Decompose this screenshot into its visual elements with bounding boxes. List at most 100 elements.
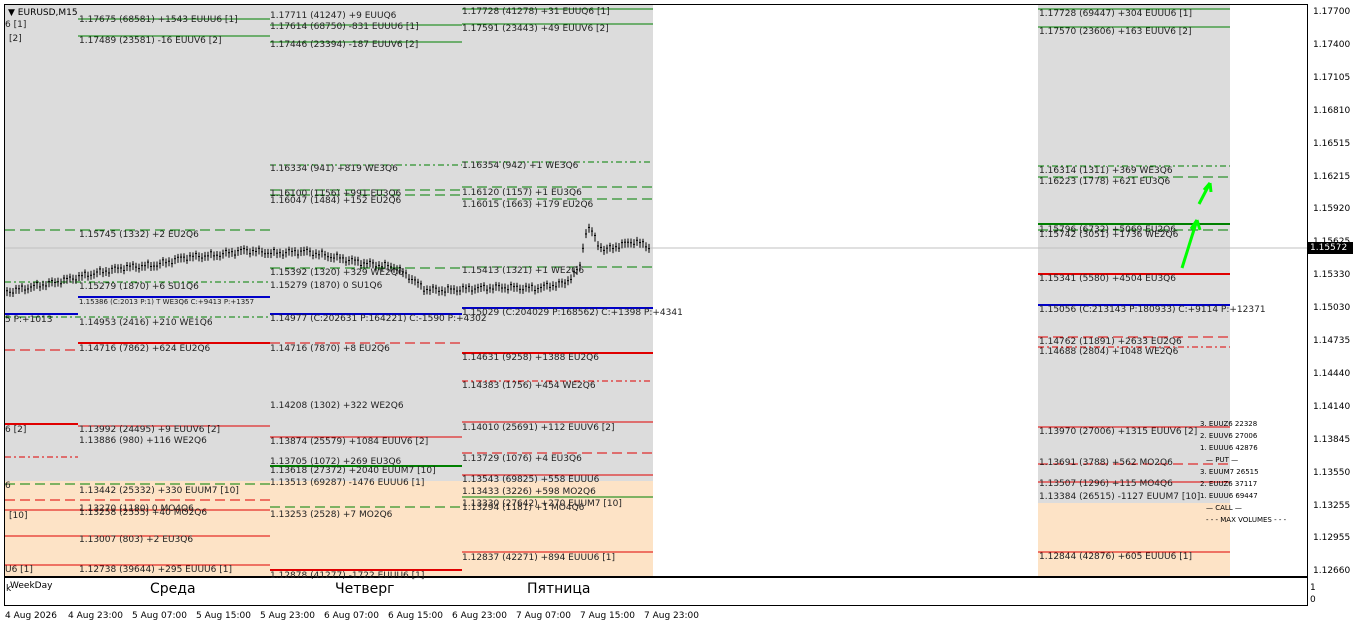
- price-tick-label: 1.13550: [1313, 467, 1351, 478]
- level-label-fragment: [2]: [9, 34, 22, 44]
- level-label: 1.14716 (7862) +624 EU2Q6: [79, 344, 211, 354]
- level-label: 1.13258 (2555) +40 MO2Q6: [79, 508, 208, 518]
- price-tick-label: 1.14140: [1313, 401, 1351, 412]
- level-label: 1.16047 (1484) +152 EU2Q6: [270, 196, 402, 206]
- price-tick-label: 1.16515: [1313, 138, 1351, 149]
- level-label: 1.17614 (68750) -831 EUUU6 [1]: [270, 22, 419, 32]
- arrow-up-icon: [1208, 182, 1213, 193]
- level-label: 1.13729 (1076) +4 EU3Q6: [462, 454, 582, 464]
- level-label: 1.14953 (2416) +210 WE1Q6: [79, 318, 213, 328]
- time-tick-label: 4 Aug 2026: [5, 611, 57, 621]
- level-label-fragment: 6 [2]: [5, 425, 27, 435]
- level-label: 1.13874 (25579) +1084 EUUV6 [2]: [270, 437, 429, 447]
- day-label-friday: Пятница: [527, 581, 591, 597]
- level-label: 1.17728 (69447) +304 EUUU6 [1]: [1039, 9, 1192, 19]
- legend-item: 2. EUUV6 27006: [1200, 432, 1258, 440]
- level-label: 1.12844 (42876) +605 EUUU6 [1]: [1039, 552, 1192, 562]
- time-tick-label: 6 Aug 07:00: [324, 611, 379, 621]
- level-label: 1.13886 (980) +116 WE2Q6: [79, 436, 207, 446]
- level-label: 1.12738 (39644) +295 EUUU6 [1]: [79, 565, 232, 575]
- level-label: 1.13433 (3226) +598 MO2Q6: [462, 487, 596, 497]
- level-label: 1.13507 (1296) +115 MO4Q6: [1039, 479, 1173, 489]
- symbol-title: ▼ EURUSD,M15: [8, 8, 78, 18]
- price-tick-label: 1.13255: [1313, 500, 1351, 511]
- price-tick-label: 1.15920: [1313, 204, 1351, 215]
- level-label: 1.15341 (5580) +4504 EU3Q6: [1039, 274, 1176, 284]
- subwindow-scale-top: 1: [1310, 583, 1316, 593]
- level-label-fragment: [10]: [9, 511, 28, 521]
- level-label: 1.12837 (42271) +894 EUUU6 [1]: [462, 553, 615, 563]
- level-label: 1.17489 (23581) -16 EUUV6 [2]: [79, 36, 222, 46]
- level-label: 1.13294 (1181) +1 MO4Q6: [462, 503, 585, 513]
- price-tick-label: 1.15330: [1313, 270, 1351, 281]
- time-tick-label: 5 Aug 07:00: [132, 611, 187, 621]
- price-tick-label: 1.17105: [1313, 72, 1351, 83]
- price-tick-label: 1.13845: [1313, 434, 1351, 445]
- weekday-indicator-window[interactable]: k WeekDay Среда Четверг Пятница: [4, 577, 1308, 606]
- level-label: 1.15392 (1320) +329 WE2Q6: [270, 268, 404, 278]
- level-label: 1.13384 (26515) -1127 EUUM7 [10]: [1039, 492, 1201, 502]
- level-label: 1.16314 (1311) +369 WE3Q6: [1039, 166, 1173, 176]
- level-label: 1.15279 (1870) +6 SU1Q6: [79, 282, 199, 292]
- level-label: 1.17570 (23606) +163 EUUV6 [2]: [1039, 27, 1192, 37]
- time-tick-label: 5 Aug 15:00: [196, 611, 251, 621]
- time-tick-label: 7 Aug 15:00: [580, 611, 635, 621]
- level-label: 1.13970 (27006) +1315 EUUV6 [2]: [1039, 427, 1198, 437]
- level-label: 1.14010 (25691) +112 EUUV6 [2]: [462, 423, 615, 433]
- level-label-fragment: 6 [1]: [5, 20, 27, 30]
- legend-item: - - - MAX VOLUMES - - -: [1206, 516, 1287, 524]
- price-tick-label: 1.17700: [1313, 7, 1351, 17]
- level-label: 1.14977 (C:202631 P:164221) C:-1590 P:+4…: [270, 314, 487, 324]
- price-tick-label: 1.14440: [1313, 368, 1351, 379]
- price-tick-label: 1.15030: [1313, 303, 1351, 314]
- level-label: 1.17711 (41247) +9 EUUQ6: [270, 11, 397, 21]
- level-label: 1.16223 (1778) +621 EU3Q6: [1039, 177, 1171, 187]
- legend-item: 3. EUUZ6 22328: [1200, 420, 1258, 428]
- time-tick-label: 5 Aug 23:00: [260, 611, 315, 621]
- time-tick-label: 6 Aug 23:00: [452, 611, 507, 621]
- day-label-thursday: Четверг: [335, 581, 395, 597]
- level-label: 1.15279 (1870) 0 SU1Q6: [270, 281, 383, 291]
- level-label: 1.16354 (942) +1 WE3Q6: [462, 161, 579, 171]
- indicator-name: WeekDay: [10, 581, 53, 591]
- empty-zone: [653, 5, 1038, 576]
- level-label: 1.16120 (1157) +1 EU3Q6: [462, 188, 582, 198]
- level-label-fragment: 6: [5, 481, 11, 491]
- level-label: 1.17728 (41278) +31 EUUQ6 [1]: [462, 7, 610, 17]
- symbol-timeframe: EURUSD,M15: [17, 8, 78, 18]
- level-label: 1.15413 (1321) +1 WE2Q6: [462, 266, 585, 276]
- legend-item: — CALL —: [1206, 504, 1242, 512]
- price-tick-label: 1.14735: [1313, 336, 1351, 346]
- level-label: 1.15029 (C:204029 P:168562) C:+1398 P:+4…: [462, 308, 683, 318]
- level-label: 1.14762 (11891) +2633 EU2Q6: [1039, 337, 1182, 347]
- level-label: 1.14716 (7870) +8 EU2Q6: [270, 344, 390, 354]
- level-label: 1.14208 (1302) +322 WE2Q6: [270, 401, 404, 411]
- legend-item: 3. EUUM7 26515: [1200, 468, 1259, 476]
- legend-item: — PUT —: [1206, 456, 1239, 464]
- level-label: 1.13992 (24495) +9 EUUV6 [2]: [79, 425, 221, 435]
- level-label: 1.17591 (23443) +49 EUUV6 [2]: [462, 24, 609, 34]
- level-label-fragment: 5 P:+1013: [5, 315, 53, 325]
- level-label: 1.15056 (C:213143 P:180933) C:+9114 P:+1…: [1039, 305, 1266, 315]
- price-tick-label: 1.16810: [1313, 105, 1351, 116]
- legend-item: 2. EUUZ6 37117: [1200, 480, 1258, 488]
- level-label-fragment: U6 [1]: [5, 565, 33, 575]
- level-label: 1.13691 (3788) +562 MO2Q6: [1039, 458, 1173, 468]
- level-label: 1.13513 (69287) -1476 EUUU6 [1]: [270, 478, 425, 488]
- level-label: 1.17675 (68581) +1543 EUUU6 [1]: [79, 15, 238, 25]
- level-label: 1.14631 (9258) +1388 EU2Q6: [462, 353, 599, 363]
- price-tick-label: 1.12955: [1313, 533, 1351, 544]
- legend-item: 1. EUUU6 69447: [1200, 492, 1258, 500]
- level-label: 1.13618 (27372) +2040 EUUM7 [10]: [270, 466, 436, 476]
- time-tick-label: 6 Aug 15:00: [388, 611, 443, 621]
- level-label: 1.14383 (1756) +454 WE2Q6: [462, 381, 596, 391]
- price-tick-label: 1.15625: [1313, 237, 1351, 248]
- level-label: 1.16334 (941) +819 WE3Q6: [270, 164, 398, 174]
- level-label: 1.13442 (25332) +330 EUUM7 [10]: [79, 486, 239, 496]
- price-tick-label: 1.12660: [1313, 566, 1351, 577]
- level-label: 1.12878 (41277) -1722 EUUU6 [1]: [270, 571, 425, 581]
- level-label: 1.16015 (1663) +179 EU2Q6: [462, 200, 594, 210]
- price-tick-label: 1.17400: [1313, 39, 1351, 50]
- level-label: 1.15742 (3051) +1736 WE2Q6: [1039, 230, 1179, 240]
- menu-triangle-icon[interactable]: ▼: [8, 8, 15, 18]
